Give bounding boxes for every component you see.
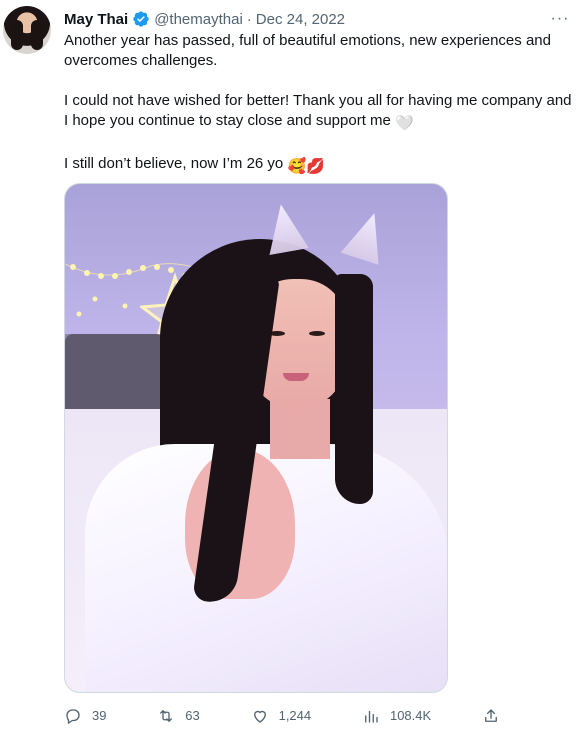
- like-button[interactable]: 1,244: [251, 707, 312, 725]
- tweet-paragraph-2-text: I could not have wished for better! Than…: [64, 92, 572, 129]
- tweet-paragraph-2: I could not have wished for better! Than…: [64, 91, 576, 134]
- tweet-text: Another year has passed, full of beautif…: [64, 31, 576, 177]
- reply-icon: [66, 709, 80, 724]
- like-icon: [253, 710, 266, 723]
- tweet-paragraph-1: Another year has passed, full of beautif…: [64, 32, 551, 69]
- avatar-hair: [11, 20, 23, 50]
- reply-count: 39: [92, 708, 107, 723]
- avatar-hair: [31, 20, 43, 50]
- avatar[interactable]: [3, 6, 51, 54]
- smiling-face-with-hearts-and-kiss-emoji: 🥰💋: [287, 158, 325, 175]
- views-count: 108.4K: [389, 708, 432, 723]
- separator-dot: ·: [246, 10, 252, 28]
- more-icon[interactable]: ···: [549, 9, 571, 29]
- tweet-paragraph-3: I still don’t believe, now I’m 26 yo 🥰💋: [64, 154, 576, 177]
- retweet-button[interactable]: 63: [157, 707, 200, 725]
- views-button[interactable]: 108.4K: [362, 707, 431, 725]
- tweet-paragraph-3-text: I still don’t believe, now I’m 26 yo: [64, 155, 284, 172]
- share-icon: [485, 709, 497, 722]
- retweet-count: 63: [185, 708, 200, 723]
- photo-eye: [309, 331, 325, 336]
- photo-pillow: [65, 334, 165, 416]
- verified-badge-icon[interactable]: [132, 10, 150, 28]
- share-button[interactable]: [482, 707, 500, 725]
- tweet-actions: 39 63 1,244 108.4K: [64, 706, 500, 726]
- tweet-header: May Thai @themaythai · Dec 24, 2022 ···: [64, 9, 573, 29]
- tweet-date[interactable]: Dec 24, 2022: [256, 11, 345, 28]
- like-count: 1,244: [278, 708, 312, 723]
- display-name[interactable]: May Thai: [64, 11, 128, 28]
- handle[interactable]: @themaythai: [154, 11, 243, 28]
- reply-button[interactable]: 39: [64, 707, 106, 725]
- photo-mouth: [283, 373, 309, 381]
- white-heart-emoji: 🤍: [395, 115, 414, 132]
- views-icon: [365, 710, 378, 723]
- retweet-icon: [160, 710, 173, 722]
- tweet-photo[interactable]: [64, 183, 448, 693]
- tweet: May Thai @themaythai · Dec 24, 2022 ··· …: [0, 0, 581, 731]
- photo-hair: [335, 274, 373, 504]
